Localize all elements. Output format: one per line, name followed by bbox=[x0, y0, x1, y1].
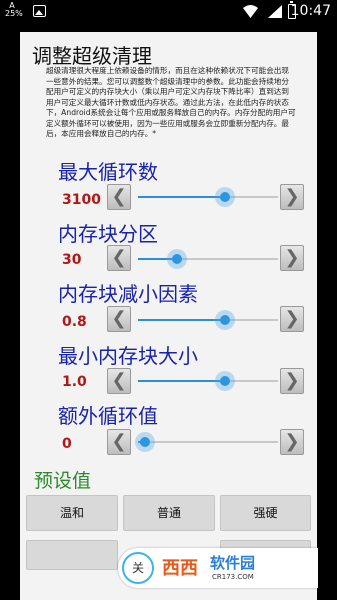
status-bar: A 25% 10:47 bbox=[0, 0, 337, 24]
increase-min-block-size-button[interactable]: ❯ bbox=[280, 368, 304, 394]
watermark-logo: 关 西西 软件园 CR173.COM bbox=[118, 548, 318, 588]
setting-label-block-reduction: 内存块减小因素 bbox=[58, 282, 198, 306]
min-block-size-slider[interactable] bbox=[138, 371, 278, 391]
dialog-button[interactable] bbox=[26, 540, 118, 570]
slider-thumb[interactable] bbox=[135, 432, 155, 452]
setting-value-min-block-size: 1.0 bbox=[62, 374, 87, 390]
preset-mild-button[interactable]: 温和 bbox=[26, 495, 118, 531]
presets-label: 预设值 bbox=[34, 470, 92, 492]
preset-aggressive-button[interactable]: 强硬 bbox=[220, 495, 311, 531]
slider-thumb[interactable] bbox=[214, 310, 235, 330]
increase-block-reduction-button[interactable]: ❯ bbox=[280, 306, 304, 332]
setting-label-min-block-size: 最小内存块大小 bbox=[58, 344, 198, 368]
decrease-block-reduction-button[interactable]: ❮ bbox=[107, 306, 131, 332]
slider-thumb[interactable] bbox=[167, 249, 188, 269]
slider-fill bbox=[138, 196, 225, 198]
watermark-badge: 关 bbox=[122, 552, 154, 584]
image-icon bbox=[33, 5, 46, 17]
setting-label-extra-loops: 额外循环值 bbox=[58, 404, 158, 428]
extra-loops-slider[interactable] bbox=[135, 432, 278, 452]
decrease-max-loops-button[interactable]: ❮ bbox=[107, 184, 131, 210]
setting-label-max-loops: 最大循环数 bbox=[58, 160, 158, 184]
clock: 10:47 bbox=[290, 3, 331, 19]
battery-percent-icon: A 25% bbox=[5, 1, 23, 18]
decrease-min-block-size-button[interactable]: ❮ bbox=[107, 368, 131, 394]
increase-block-division-button[interactable]: ❯ bbox=[280, 245, 304, 271]
wifi-icon bbox=[243, 5, 258, 18]
slider-thumb[interactable] bbox=[214, 371, 235, 391]
increase-extra-loops-button[interactable]: ❯ bbox=[280, 429, 304, 455]
setting-value-max-loops: 3100 bbox=[62, 192, 101, 208]
watermark-brand: 西西 bbox=[162, 558, 198, 579]
block-division-slider[interactable] bbox=[138, 249, 278, 269]
setting-value-extra-loops: 0 bbox=[62, 436, 72, 452]
max-loops-slider[interactable] bbox=[138, 187, 278, 207]
slider-fill bbox=[138, 380, 225, 382]
setting-label-block-division: 内存块分区 bbox=[58, 222, 158, 246]
watermark-site: 软件园 bbox=[210, 554, 256, 572]
slider-thumb[interactable] bbox=[214, 187, 235, 207]
dialog-description: 超级清理很大程度上依赖设备的情形，而且在这种依赖状况下可能会出现一些意外的结果。… bbox=[46, 66, 296, 138]
decrease-extra-loops-button[interactable]: ❮ bbox=[107, 429, 131, 455]
signal-icon bbox=[268, 5, 282, 18]
block-reduction-slider[interactable] bbox=[138, 310, 278, 330]
dialog-title: 调整超级清理 bbox=[32, 44, 152, 68]
tune-dialog: 调整超级清理 超级清理很大程度上依赖设备的情形，而且在这种依赖状况下可能会出现一… bbox=[20, 32, 317, 600]
setting-value-block-reduction: 0.8 bbox=[62, 314, 87, 330]
decrease-block-division-button[interactable]: ❮ bbox=[107, 245, 131, 271]
increase-max-loops-button[interactable]: ❯ bbox=[280, 184, 304, 210]
setting-value-block-division: 30 bbox=[62, 252, 82, 268]
slider-fill bbox=[138, 319, 225, 321]
watermark-url: CR173.COM bbox=[212, 573, 254, 581]
preset-normal-button[interactable]: 普通 bbox=[123, 495, 215, 531]
